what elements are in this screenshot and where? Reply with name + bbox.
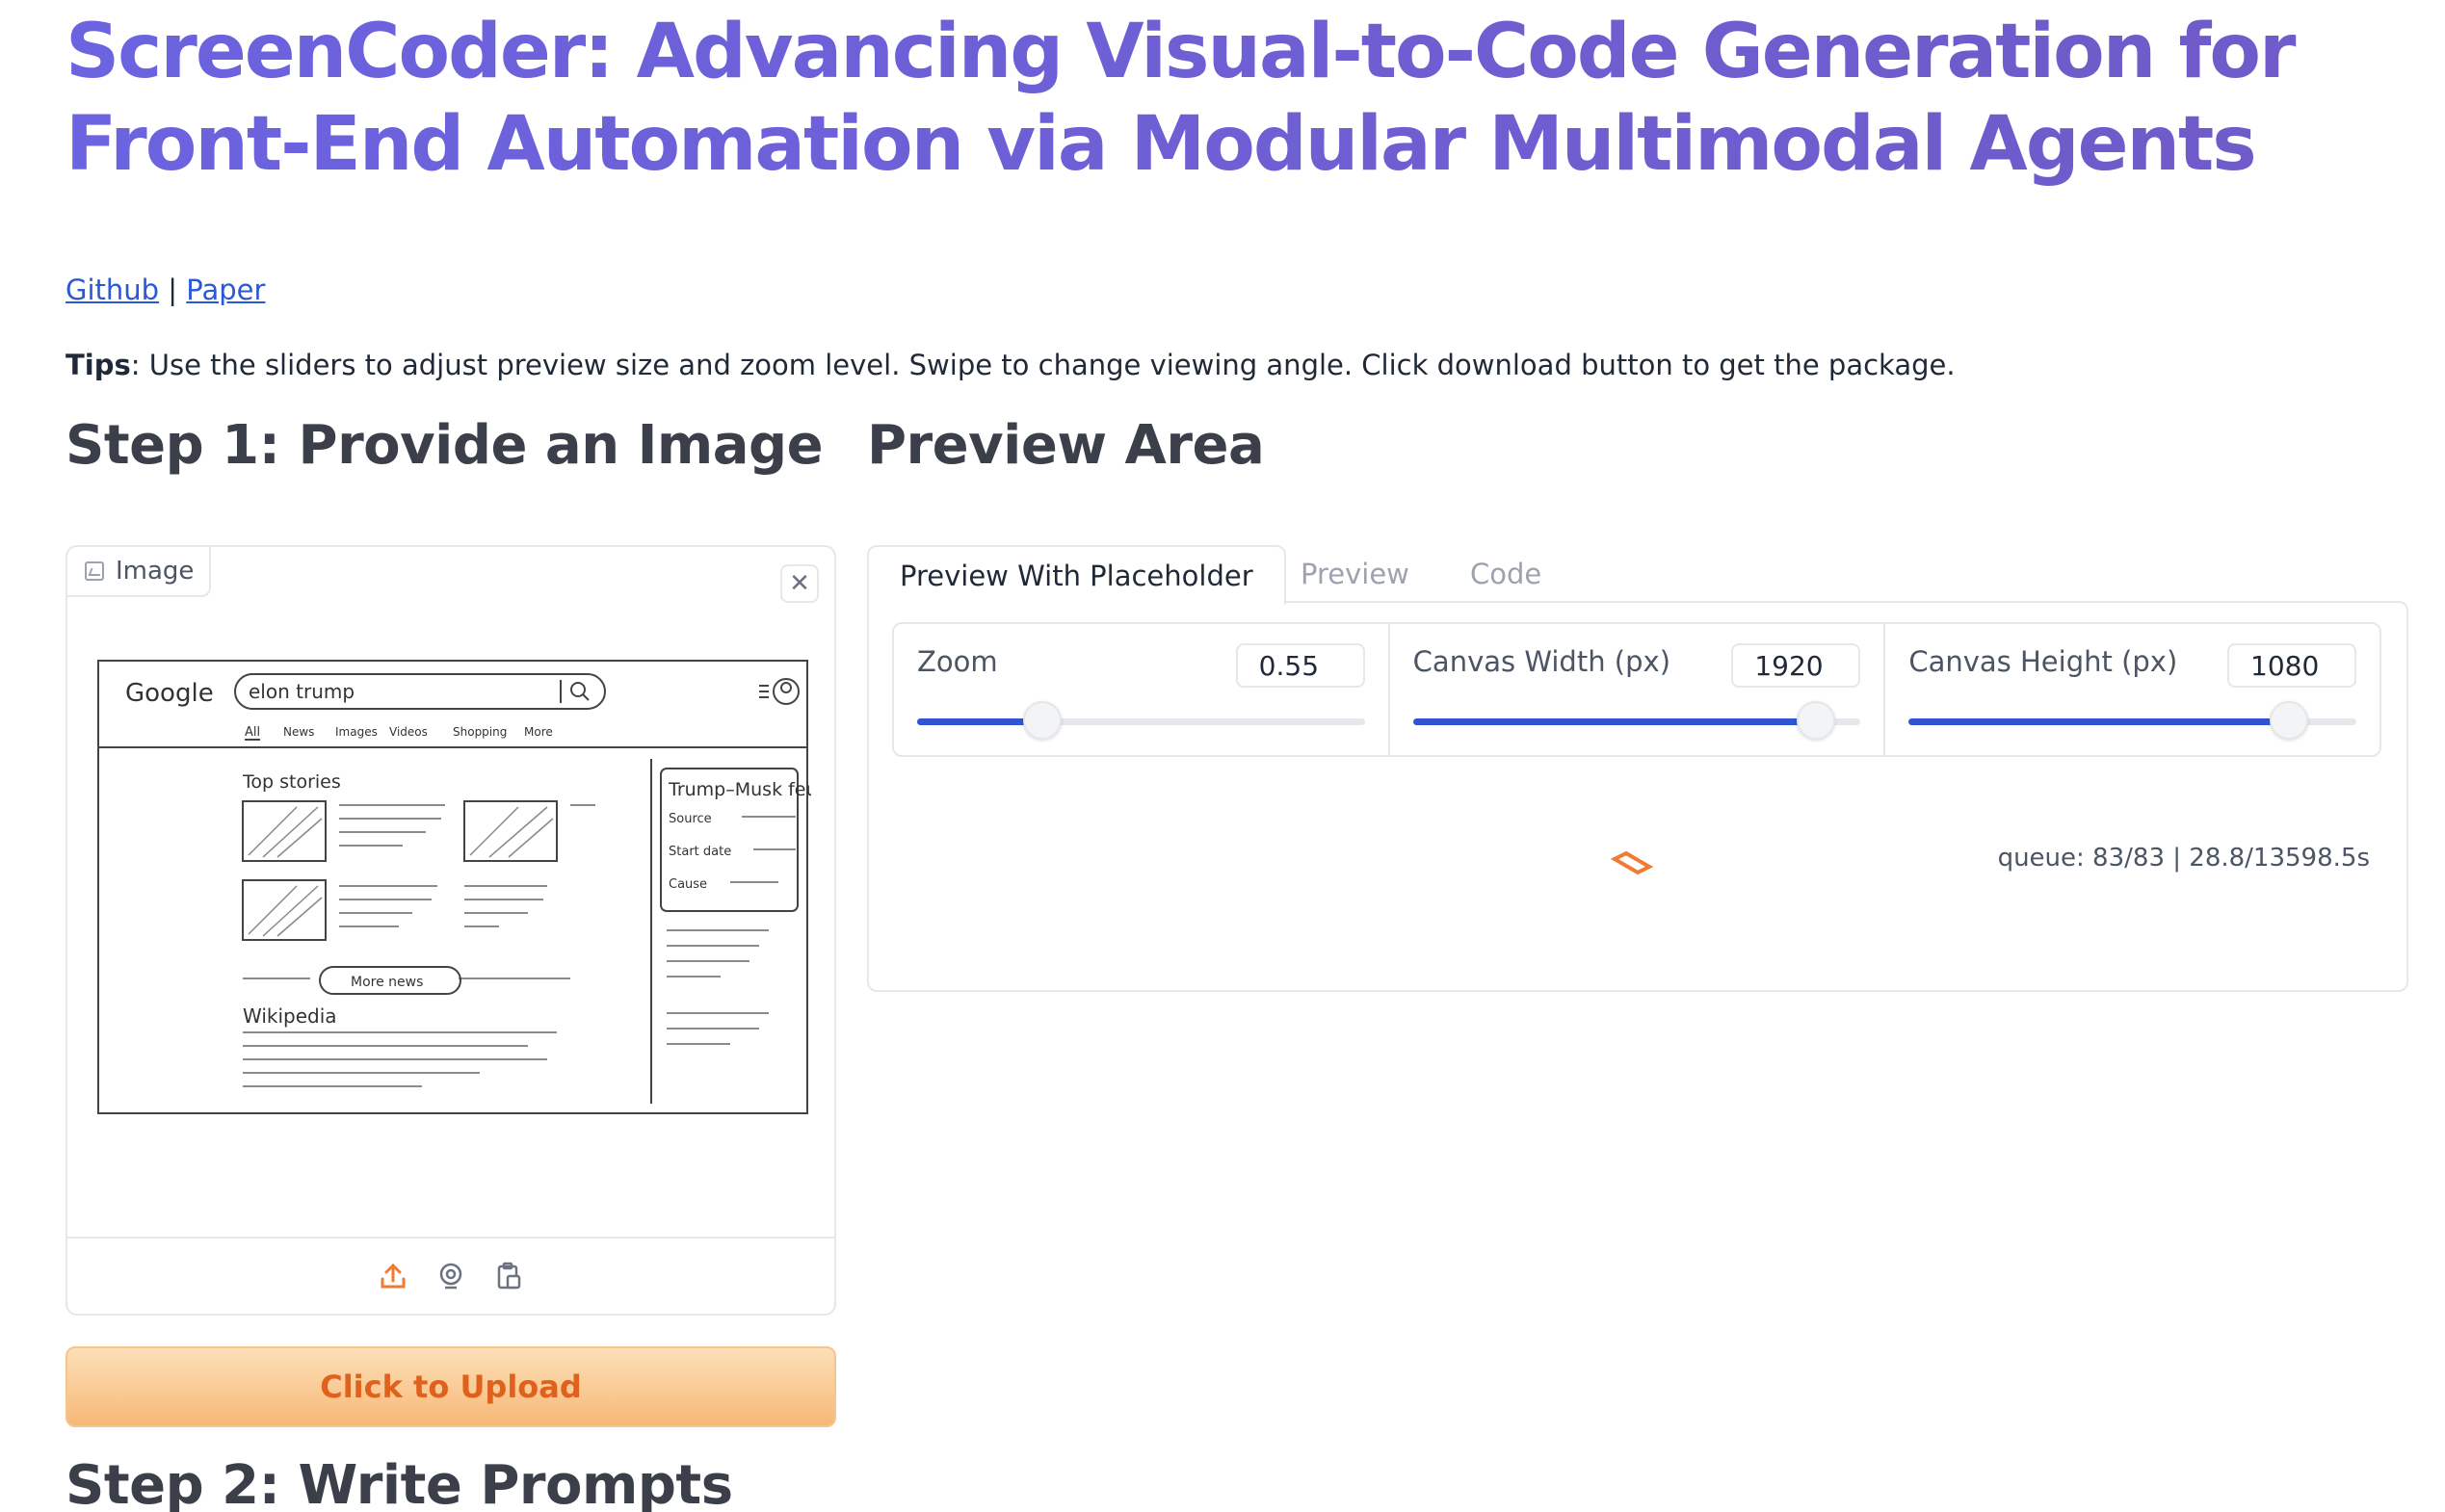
sketch-nav-videos: Videos <box>389 725 428 739</box>
tips-label: Tips <box>66 349 131 381</box>
link-separator: | <box>168 274 178 306</box>
canvas-height-value-input[interactable]: 1080 <box>2227 643 2357 688</box>
click-to-upload-button[interactable]: Click to Upload <box>66 1346 836 1427</box>
sketch-panel-cause: Cause <box>669 877 707 892</box>
uploaded-sketch-image: Google elon trump All News Images Videos… <box>97 660 811 1114</box>
preview-panel: Zoom 0.55 Canvas Width (px) 1920 Canvas … <box>867 601 2408 992</box>
sketch-panel-start: Start date <box>669 845 731 859</box>
zoom-value-input[interactable]: 0.55 <box>1235 643 1365 688</box>
step2-heading: Step 2: Write Prompts <box>66 1454 733 1512</box>
preview-tabs: Preview With Placeholder Preview Code <box>867 545 2408 605</box>
sketch-nav-news: News <box>283 725 314 739</box>
canvas-width-value-input[interactable]: 1920 <box>1731 643 1861 688</box>
sketch-nav-more: More <box>524 725 553 739</box>
close-icon: ✕ <box>789 569 810 598</box>
clipboard-icon[interactable] <box>491 1259 526 1293</box>
sketch-panel-source: Source <box>669 812 712 826</box>
canvas-width-track[interactable] <box>1412 701 1861 740</box>
sketch-logo: Google <box>125 679 214 708</box>
sketch-nav-shopping: Shopping <box>453 725 507 739</box>
image-label-text: Image <box>116 557 195 586</box>
github-link[interactable]: Github <box>66 274 159 306</box>
canvas-width-fill <box>1412 718 1816 725</box>
canvas-height-thumb[interactable] <box>2270 701 2309 740</box>
sketch-panel-title: Trump–Musk feud <box>668 779 811 800</box>
page-title: ScreenCoder: Advancing Visual-to-Code Ge… <box>66 6 2378 191</box>
sketch-query: elon trump <box>249 680 355 703</box>
zoom-slider: Zoom 0.55 <box>894 624 1390 755</box>
canvas-height-track[interactable] <box>1908 701 2357 740</box>
paper-link[interactable]: Paper <box>186 274 265 306</box>
sketch-nav-images: Images <box>335 725 378 739</box>
webcam-icon[interactable] <box>434 1259 468 1293</box>
loading-spinner-icon <box>1611 850 1653 875</box>
sketch-more-news: More news <box>351 975 423 990</box>
zoom-thumb[interactable] <box>1023 701 1063 740</box>
queue-status: queue: 83/83 | 28.8/13598.5s <box>1997 844 2370 873</box>
preview-heading: Preview Area <box>867 414 1265 477</box>
zoom-track[interactable] <box>917 701 1365 740</box>
page-title-line-2: Front-End Automation via Modular Multimo… <box>66 101 2255 188</box>
canvas-height-label: Canvas Height (px) <box>1908 645 2178 678</box>
links-row: Github | Paper <box>66 274 265 306</box>
tab-code[interactable]: Code <box>1470 545 1541 603</box>
canvas-height-fill <box>1908 718 2290 725</box>
step1-heading: Step 1: Provide an Image <box>66 414 824 477</box>
image-input-box[interactable]: Image ✕ Google elon trump All News Image… <box>66 545 836 1316</box>
slider-group: Zoom 0.55 Canvas Width (px) 1920 Canvas … <box>892 622 2381 757</box>
tab-preview[interactable]: Preview <box>1301 545 1409 603</box>
image-label: Image <box>67 547 212 597</box>
tips-body: : Use the sliders to adjust preview size… <box>130 349 1956 381</box>
canvas-height-slider: Canvas Height (px) 1080 <box>1885 624 2379 755</box>
page-title-line-1: ScreenCoder: Advancing Visual-to-Code Ge… <box>66 9 2295 95</box>
canvas-width-label: Canvas Width (px) <box>1412 645 1671 678</box>
sketch-wikipedia: Wikipedia <box>243 1004 337 1028</box>
sketch-top-stories: Top stories <box>242 771 341 793</box>
tips-text: Tips: Use the sliders to adjust preview … <box>66 349 1956 381</box>
image-source-toolbar <box>67 1237 834 1314</box>
zoom-label: Zoom <box>917 645 998 678</box>
upload-icon[interactable] <box>376 1259 410 1293</box>
canvas-width-slider: Canvas Width (px) 1920 <box>1390 624 1886 755</box>
image-icon <box>85 561 104 581</box>
sketch-nav-all: All <box>245 725 260 740</box>
tab-preview-with-placeholder[interactable]: Preview With Placeholder <box>867 545 1286 605</box>
canvas-width-thumb[interactable] <box>1796 701 1835 740</box>
clear-image-button[interactable]: ✕ <box>780 564 819 603</box>
